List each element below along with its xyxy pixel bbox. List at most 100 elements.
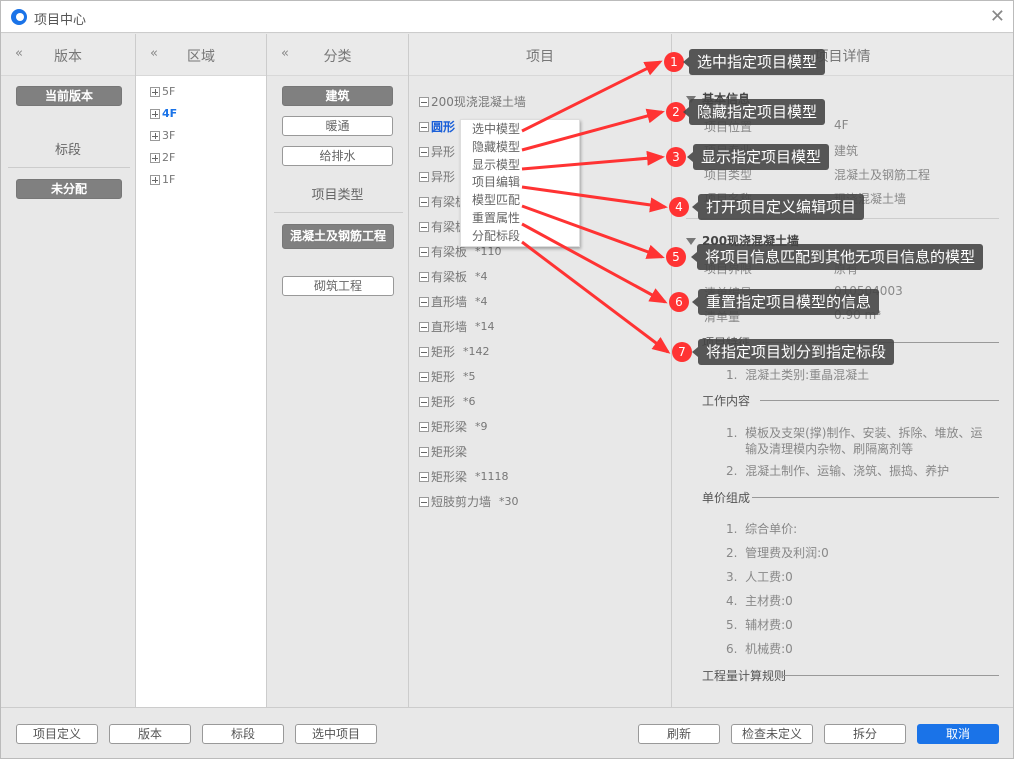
- collapse-icon[interactable]: [419, 346, 429, 357]
- expand-icon[interactable]: [150, 152, 160, 163]
- collapse-icon[interactable]: [419, 121, 429, 132]
- category-column: «分类 建筑 暖通 给排水 项目类型 混凝土及钢筋工程 砌筑工程: [267, 34, 409, 707]
- project-name: 短肢剪力墙: [431, 495, 492, 509]
- tree-item-2F[interactable]: 2F: [150, 151, 175, 164]
- tree-item-label: 1F: [162, 173, 176, 186]
- collapse-icon[interactable]: [419, 246, 429, 257]
- project-count: *14: [475, 320, 495, 333]
- list-item[interactable]: 矩形 *6: [419, 393, 476, 410]
- collapse-icon[interactable]: [419, 321, 429, 332]
- collapse-icon[interactable]: [419, 396, 429, 407]
- context-menu-item[interactable]: 分配标段: [461, 227, 579, 245]
- collapse-icon[interactable]: [419, 296, 429, 307]
- expand-icon[interactable]: [150, 174, 160, 185]
- annotation-number: 6: [669, 292, 689, 312]
- list-item[interactable]: 直形墙 *4: [419, 293, 488, 310]
- list-item[interactable]: 200现浇混凝土墙: [419, 93, 526, 110]
- bottom-right-button-1[interactable]: 检查未定义: [731, 724, 813, 744]
- annotation-tooltip: 将项目信息匹配到其他无项目信息的模型: [690, 244, 984, 270]
- bottom-button-0[interactable]: 项目定义: [16, 724, 98, 744]
- major-button-plumbing[interactable]: 给排水: [282, 146, 393, 166]
- type-button-concrete[interactable]: 混凝土及钢筋工程: [282, 224, 394, 249]
- annotation-tooltip: 显示指定项目模型: [686, 144, 830, 170]
- list-item[interactable]: 有梁板 *4: [419, 268, 488, 285]
- collapse-icon[interactable]: [419, 196, 429, 207]
- area-column: «区域 5F 4F 3F 2F 1F: [136, 34, 267, 707]
- list-item[interactable]: 异形: [419, 168, 455, 185]
- column-header: 版本: [54, 49, 82, 65]
- collapse-icon[interactable]: [419, 221, 429, 232]
- expand-icon[interactable]: [150, 130, 160, 141]
- context-menu-item[interactable]: 选中模型: [461, 120, 579, 138]
- list-item[interactable]: 直形墙 *14: [419, 318, 495, 335]
- close-icon[interactable]: ✕: [990, 6, 1005, 27]
- tree-item-5F[interactable]: 5F: [150, 85, 175, 98]
- work-item: 输及清理模内杂物、刷隔离剂等: [726, 442, 914, 456]
- bottom-button-1[interactable]: 版本: [109, 724, 191, 744]
- project-name: 圆形: [431, 120, 456, 134]
- bottom-button-2[interactable]: 标段: [202, 724, 284, 744]
- list-item[interactable]: 短肢剪力墙 *30: [419, 493, 519, 510]
- details-column: 项目详情 基本信息项目位置4F项目专业建筑项目类型混凝土及钢筋工程项目名称现浇混…: [672, 34, 1013, 707]
- list-item[interactable]: 矩形 *142: [419, 343, 490, 360]
- column-header: 项目: [526, 49, 554, 65]
- list-item[interactable]: 矩形 *5: [419, 368, 476, 385]
- unassigned-button[interactable]: 未分配: [16, 179, 122, 199]
- list-item[interactable]: 异形: [419, 143, 455, 160]
- annotation-number: 1: [664, 52, 684, 72]
- price-item: 1. 综合单价:: [726, 522, 798, 536]
- window-title: 项目中心: [34, 13, 87, 28]
- collapse-icon[interactable]: [419, 171, 429, 182]
- project-name: 矩形: [431, 345, 456, 359]
- annotation-number: 7: [672, 342, 692, 362]
- collapse-triangle-icon[interactable]: [686, 238, 696, 245]
- expand-icon[interactable]: [150, 86, 160, 97]
- price-item: 4. 主材费:0: [726, 594, 793, 608]
- context-menu-item[interactable]: 模型匹配: [461, 191, 579, 209]
- bottom-button-3[interactable]: 选中项目: [295, 724, 377, 744]
- current-version-button[interactable]: 当前版本: [16, 86, 122, 106]
- context-menu-item[interactable]: 重置属性: [461, 209, 579, 227]
- context-menu-item[interactable]: 显示模型: [461, 156, 579, 174]
- collapse-icon[interactable]: [419, 496, 429, 507]
- title-bar: 项目中心 ✕: [1, 1, 1013, 33]
- tree-item-3F[interactable]: 3F: [150, 129, 175, 142]
- collapse-icon[interactable]: [419, 271, 429, 282]
- major-button-hvac[interactable]: 暖通: [282, 116, 393, 136]
- list-item[interactable]: 矩形梁 *9: [419, 418, 488, 435]
- tree-item-4F[interactable]: 4F: [150, 107, 177, 120]
- major-button-architecture[interactable]: 建筑: [282, 86, 393, 106]
- tree-item-1F[interactable]: 1F: [150, 173, 175, 186]
- project-count: *1118: [475, 470, 509, 483]
- list-item[interactable]: 矩形梁: [419, 443, 467, 460]
- price-item: 3. 人工费:0: [726, 570, 793, 584]
- list-item[interactable]: 矩形梁 *1118: [419, 468, 509, 485]
- bottom-right-button-0[interactable]: 刷新: [638, 724, 720, 744]
- collapse-icon[interactable]: [419, 421, 429, 432]
- collapse-icon[interactable]: [419, 96, 429, 107]
- context-menu-item[interactable]: 项目编辑: [461, 173, 579, 191]
- collapse-icon[interactable]: [419, 471, 429, 482]
- type-button-masonry[interactable]: 砌筑工程: [282, 276, 394, 296]
- collapse-icon[interactable]: [419, 371, 429, 382]
- divider: [760, 400, 999, 401]
- bottom-right-button-2[interactable]: 拆分: [824, 724, 906, 744]
- project-count: *4: [475, 270, 488, 283]
- project-name: 直形墙: [431, 320, 468, 334]
- divider: [274, 212, 403, 213]
- cancel-button[interactable]: 取消: [917, 724, 999, 744]
- project-name: 有梁板: [431, 270, 468, 284]
- annotation-tooltip: 选中指定项目模型: [682, 49, 826, 75]
- project-name: 矩形梁: [431, 445, 468, 459]
- context-menu-item[interactable]: 隐藏模型: [461, 138, 579, 156]
- list-item[interactable]: 圆形: [419, 118, 455, 135]
- annotation-number: 5: [666, 247, 686, 267]
- field-value: 建筑: [834, 144, 859, 158]
- project-count: *30: [499, 495, 519, 508]
- project-name: 直形墙: [431, 295, 468, 309]
- divider: [752, 497, 999, 498]
- collapse-icon[interactable]: [419, 146, 429, 157]
- expand-icon[interactable]: [150, 108, 160, 119]
- collapse-icon[interactable]: [419, 446, 429, 457]
- project-name: 200现浇混凝土墙: [431, 95, 526, 109]
